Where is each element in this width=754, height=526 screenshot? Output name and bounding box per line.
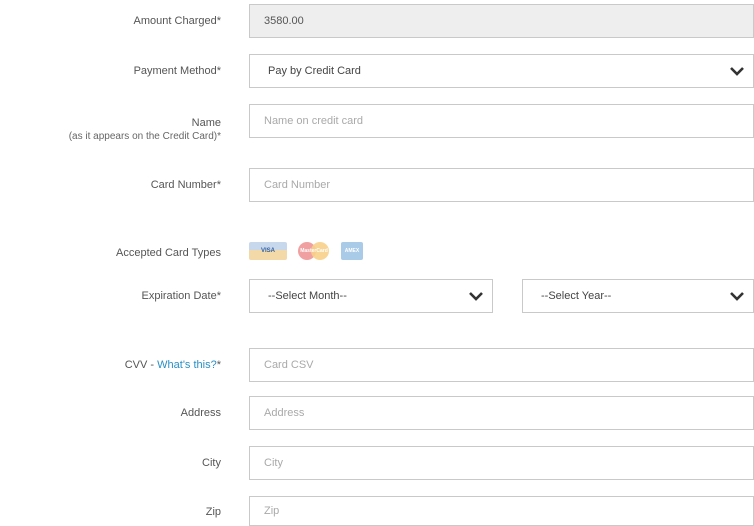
cvv-label: CVV - What's this?* (125, 358, 221, 372)
name-input[interactable] (249, 104, 754, 138)
expiration-month-value: --Select Month-- (268, 290, 347, 302)
address-label: Address (180, 407, 221, 419)
visa-card-icon: VISA (249, 242, 287, 260)
mastercard-card-text: MasterCard (300, 248, 328, 254)
cvv-label-prefix: CVV - (124, 359, 158, 371)
chevron-down-icon (730, 67, 744, 76)
name-label-main: Name (191, 117, 221, 129)
card-number-label: Card Number* (150, 179, 221, 191)
zip-label: Zip (205, 506, 221, 518)
expiration-month-select[interactable]: --Select Month-- (249, 279, 493, 313)
cvv-label-suffix: * (216, 359, 221, 371)
expiration-year-select[interactable]: --Select Year-- (522, 279, 754, 313)
name-label: Name (as it appears on the Credit Card)* (69, 116, 221, 144)
mastercard-card-icon: MasterCard (296, 242, 332, 260)
amount-label: Amount Charged* (133, 15, 221, 27)
name-sublabel: (as it appears on the Credit Card)* (68, 131, 221, 142)
expiration-label: Expiration Date* (141, 290, 222, 302)
city-label: City (202, 457, 221, 469)
payment-method-value: Pay by Credit Card (268, 65, 361, 77)
city-input[interactable] (249, 446, 754, 480)
expiration-year-value: --Select Year-- (541, 290, 612, 302)
zip-input[interactable] (249, 496, 754, 526)
amount-field[interactable] (249, 4, 754, 38)
accepted-cards-label: Accepted Card Types (116, 247, 221, 259)
chevron-down-icon (730, 292, 744, 301)
chevron-down-icon (469, 292, 483, 301)
address-input[interactable] (249, 396, 754, 430)
whats-this-link[interactable]: What's this? (157, 359, 217, 371)
card-number-input[interactable] (249, 168, 754, 202)
amex-card-icon: AMEX (341, 242, 363, 260)
cvv-input[interactable] (249, 348, 754, 382)
payment-method-select[interactable]: Pay by Credit Card (249, 54, 754, 88)
card-type-icons: VISA MasterCard AMEX (249, 242, 363, 260)
payment-method-label: Payment Method* (133, 65, 221, 77)
